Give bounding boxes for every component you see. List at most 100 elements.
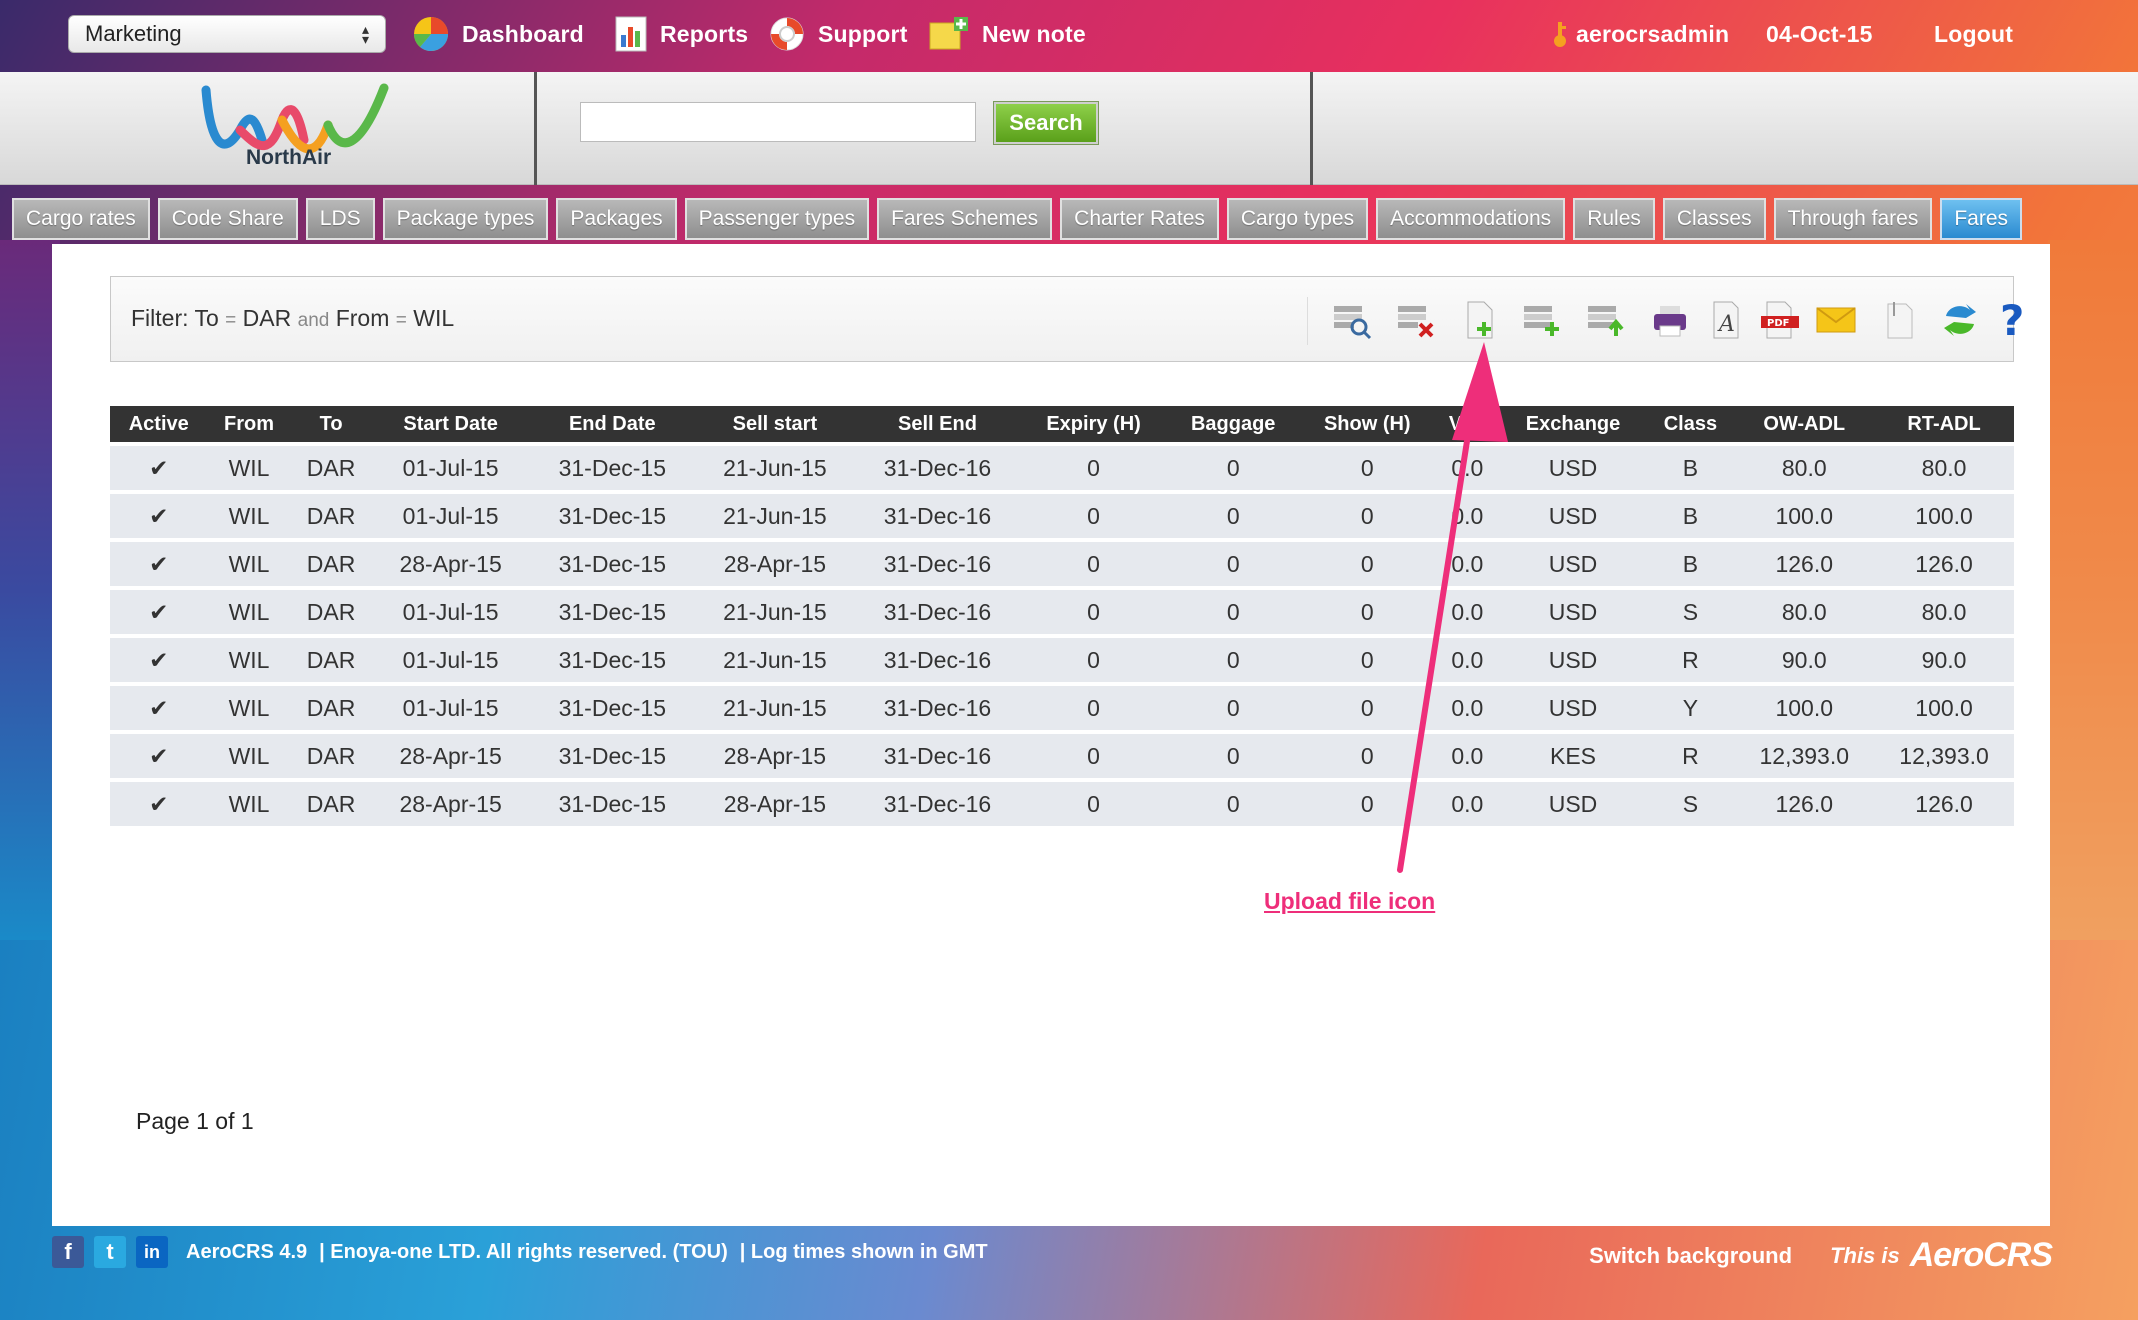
current-date: 04-Oct-15 bbox=[1766, 20, 1873, 47]
table-row[interactable]: ✔ WIL DAR 01-Jul-15 31-Dec-15 21-Jun-15 31-Dec… bbox=[110, 446, 2014, 490]
column-header[interactable]: End Date bbox=[529, 406, 695, 442]
tab-code-share[interactable]: Code Share bbox=[157, 198, 298, 240]
table-cell: DAR bbox=[290, 590, 372, 634]
refresh-icon[interactable] bbox=[1937, 297, 1983, 343]
support-link[interactable]: Support bbox=[768, 12, 908, 56]
table-cell: KES bbox=[1499, 734, 1647, 778]
column-header[interactable]: Class bbox=[1646, 406, 1735, 442]
table-row[interactable]: ✔ WIL DAR 28-Apr-15 31-Dec-15 28-Apr-15 31-Dec… bbox=[110, 542, 2014, 586]
tab-fares-schemes[interactable]: Fares Schemes bbox=[877, 198, 1053, 240]
column-header[interactable]: Sell start bbox=[694, 406, 855, 442]
active-check-icon: ✔ bbox=[110, 638, 208, 682]
print-icon[interactable] bbox=[1647, 297, 1693, 343]
table-cell: 0 bbox=[1020, 734, 1167, 778]
reports-link[interactable]: Reports bbox=[614, 12, 748, 56]
table-cell: USD bbox=[1499, 782, 1647, 826]
column-header[interactable]: Sell End bbox=[854, 406, 1021, 442]
search-button[interactable]: Search bbox=[993, 101, 1099, 145]
tab-fares[interactable]: Fares bbox=[1940, 198, 2023, 240]
logout-link[interactable]: Logout bbox=[1934, 12, 2013, 56]
footer: f t in AeroCRS 4.9 | Enoya-one LTD. All … bbox=[52, 1230, 2053, 1274]
column-header[interactable]: Expiry (H) bbox=[1020, 406, 1167, 442]
new-note-link[interactable]: New note bbox=[928, 12, 1086, 56]
column-header[interactable]: Active bbox=[110, 406, 208, 442]
tab-charter-rates[interactable]: Charter Rates bbox=[1060, 198, 1219, 240]
facebook-icon[interactable]: f bbox=[52, 1236, 84, 1268]
table-cell: Y bbox=[1646, 686, 1735, 730]
table-cell: 0 bbox=[1166, 734, 1300, 778]
export-icon[interactable] bbox=[1583, 297, 1629, 343]
tab-packages[interactable]: Packages bbox=[556, 198, 677, 240]
table-cell: 126.0 bbox=[1874, 542, 2014, 586]
tab-passenger-types[interactable]: Passenger types bbox=[684, 198, 870, 240]
support-label: Support bbox=[818, 20, 908, 47]
tab-cargo-types[interactable]: Cargo types bbox=[1226, 198, 1369, 240]
background-right bbox=[2048, 240, 2138, 940]
fares-table: Active From To Start Date End Date Sell start… bbox=[110, 402, 2014, 830]
twitter-icon[interactable]: t bbox=[94, 1236, 126, 1268]
pdf-icon[interactable]: PDF bbox=[1757, 297, 1803, 343]
reports-label: Reports bbox=[660, 20, 749, 47]
table-header-row: Active From To Start Date End Date Sell start… bbox=[110, 406, 2014, 442]
table-row[interactable]: ✔ WIL DAR 01-Jul-15 31-Dec-15 21-Jun-15 31-Dec… bbox=[110, 638, 2014, 682]
table-cell: WIL bbox=[207, 542, 291, 586]
attachment-icon[interactable] bbox=[1877, 297, 1923, 343]
email-icon[interactable] bbox=[1813, 297, 1859, 343]
upload-file-icon[interactable] bbox=[1519, 297, 1565, 343]
table-cell: 31-Dec-15 bbox=[529, 494, 695, 538]
table-cell: 90.0 bbox=[1734, 638, 1875, 682]
module-select[interactable]: Marketing ▴ ▾ bbox=[68, 15, 386, 53]
table-row[interactable]: ✔ WIL DAR 01-Jul-15 31-Dec-15 21-Jun-15 31-Dec… bbox=[110, 686, 2014, 730]
table-cell: 0 bbox=[1166, 782, 1300, 826]
table-cell: USD bbox=[1499, 542, 1647, 586]
tab-cargo-rates[interactable]: Cargo rates bbox=[12, 198, 150, 240]
svg-text:?: ? bbox=[2000, 299, 2024, 341]
tab-through-fares[interactable]: Through fares bbox=[1773, 198, 1933, 240]
column-header[interactable]: From bbox=[207, 406, 291, 442]
table-row[interactable]: ✔ WIL DAR 28-Apr-15 31-Dec-15 28-Apr-15 31-Dec… bbox=[110, 734, 2014, 778]
filter-label: Filter: bbox=[131, 305, 189, 331]
tab-lds[interactable]: LDS bbox=[305, 198, 375, 240]
search-input[interactable] bbox=[580, 102, 976, 142]
active-check-icon: ✔ bbox=[110, 686, 208, 730]
table-cell: 28-Apr-15 bbox=[371, 734, 530, 778]
new-note-icon bbox=[928, 15, 970, 53]
table-cell: 31-Dec-15 bbox=[529, 638, 695, 682]
column-header[interactable]: Exchange bbox=[1499, 406, 1647, 442]
copyright-text[interactable]: | Enoya-one LTD. All rights reserved. (T… bbox=[319, 1241, 728, 1264]
column-header[interactable]: To bbox=[290, 406, 372, 442]
column-header[interactable]: Baggage bbox=[1166, 406, 1300, 442]
tab-package-types[interactable]: Package types bbox=[382, 198, 549, 240]
toolbar-separator bbox=[1307, 297, 1308, 345]
table-row[interactable]: ✔ WIL DAR 28-Apr-15 31-Dec-15 28-Apr-15 31-Dec… bbox=[110, 782, 2014, 826]
table-cell: 31-Dec-15 bbox=[529, 686, 695, 730]
column-header[interactable]: OW-ADL bbox=[1734, 406, 1875, 442]
column-header[interactable]: Start Date bbox=[371, 406, 530, 442]
table-cell: USD bbox=[1499, 446, 1647, 490]
version-label: AeroCRS 4.9 bbox=[186, 1240, 308, 1263]
table-cell: USD bbox=[1499, 686, 1647, 730]
table-cell: 01-Jul-15 bbox=[371, 638, 530, 682]
table-row[interactable]: ✔ WIL DAR 01-Jul-15 31-Dec-15 21-Jun-15 31-Dec… bbox=[110, 590, 2014, 634]
table-cell: 12,393.0 bbox=[1734, 734, 1875, 778]
table-row[interactable]: ✔ WIL DAR 01-Jul-15 31-Dec-15 21-Jun-15 31-Dec… bbox=[110, 494, 2014, 538]
column-header[interactable]: RT-ADL bbox=[1874, 406, 2014, 442]
table-cell: 28-Apr-15 bbox=[694, 782, 855, 826]
tab-classes[interactable]: Classes bbox=[1662, 198, 1766, 240]
switch-background-link[interactable]: Switch background bbox=[1589, 1243, 1792, 1269]
table-cell: 0 bbox=[1020, 446, 1167, 490]
user-link[interactable]: aerocrsadmin bbox=[1552, 12, 1729, 56]
tab-accommodations[interactable]: Accommodations bbox=[1376, 198, 1566, 240]
filter-operator: = bbox=[225, 310, 237, 331]
tab-rules[interactable]: Rules bbox=[1573, 198, 1655, 240]
font-icon[interactable]: A bbox=[1703, 297, 1749, 343]
dashboard-link[interactable]: Dashboard bbox=[412, 12, 584, 56]
help-icon[interactable]: ? bbox=[1991, 297, 2037, 343]
table-cell: 0 bbox=[1166, 686, 1300, 730]
table-cell: 21-Jun-15 bbox=[694, 638, 855, 682]
table-cell: 31-Dec-15 bbox=[529, 734, 695, 778]
table-cell: 31-Dec-16 bbox=[854, 734, 1021, 778]
linkedin-icon[interactable]: in bbox=[136, 1236, 168, 1268]
top-bar: Marketing ▴ ▾ Dashboard Reports Support N… bbox=[0, 0, 2138, 72]
filter-field: From bbox=[335, 305, 390, 331]
